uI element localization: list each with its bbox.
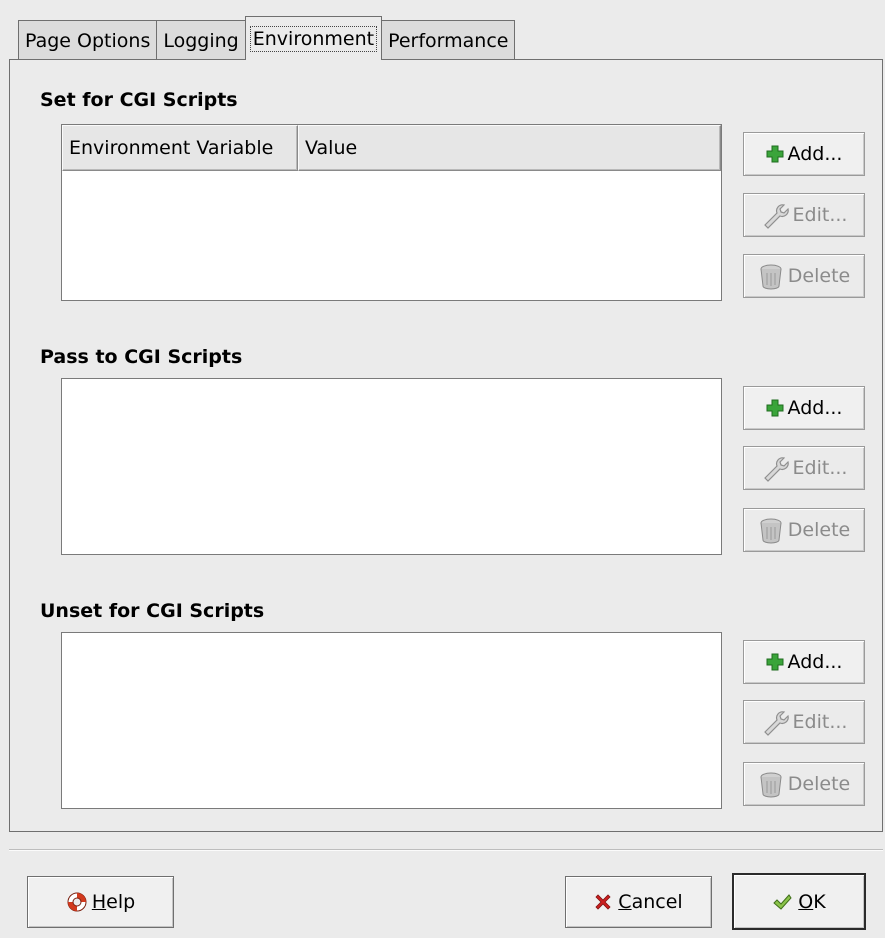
footer-separator (9, 849, 883, 851)
pass-add-button[interactable]: Add... (743, 386, 865, 430)
help-mnemonic: H (91, 891, 107, 913)
help-button[interactable]: Help (27, 876, 174, 928)
unset-edit-button[interactable]: Edit... (743, 700, 865, 744)
tab-environment[interactable]: Environment (244, 16, 383, 60)
tab-page-options[interactable]: Page Options (18, 20, 158, 60)
section-title-set: Set for CGI Scripts (40, 89, 238, 111)
column-header-environment-variable[interactable]: Environment Variable (62, 125, 298, 171)
wrench-icon (761, 708, 789, 736)
plus-icon (766, 653, 784, 671)
cross-icon (594, 893, 612, 911)
edit-label: Edit... (792, 457, 848, 479)
unset-variables-list[interactable] (61, 632, 722, 809)
edit-label: Edit... (792, 711, 848, 733)
column-header-value[interactable]: Value (298, 125, 721, 171)
tab-label: Logging (163, 29, 239, 52)
tab-performance[interactable]: Performance (381, 20, 516, 60)
add-label: Add... (787, 651, 843, 673)
add-label: Add... (787, 397, 843, 419)
plus-icon (766, 399, 784, 417)
help-label-rest: elp (106, 891, 136, 913)
lifebuoy-icon (66, 891, 88, 913)
pass-edit-button[interactable]: Edit... (743, 446, 865, 490)
delete-label: Delete (787, 265, 851, 287)
tab-label: Performance (388, 29, 509, 52)
cancel-label-rest: ancel (631, 891, 683, 913)
wrench-icon (761, 454, 789, 482)
list-header: Environment Variable Value (62, 125, 721, 171)
pass-delete-button[interactable]: Delete (743, 508, 865, 552)
pass-variables-list[interactable] (61, 378, 722, 555)
trash-icon (758, 516, 784, 544)
unset-add-button[interactable]: Add... (743, 640, 865, 684)
set-delete-button[interactable]: Delete (743, 254, 865, 298)
add-label: Add... (787, 143, 843, 165)
cancel-button[interactable]: Cancel (565, 876, 712, 928)
tab-strip: Page Options Logging Environment Perform… (18, 16, 516, 60)
unset-delete-button[interactable]: Delete (743, 762, 865, 806)
set-add-button[interactable]: Add... (743, 132, 865, 176)
trash-icon (758, 262, 784, 290)
tab-label: Environment (249, 25, 378, 52)
set-edit-button[interactable]: Edit... (743, 193, 865, 237)
cancel-mnemonic: C (618, 891, 632, 913)
wrench-icon (761, 201, 789, 229)
section-title-pass: Pass to CGI Scripts (40, 346, 243, 368)
ok-label-rest: K (813, 890, 826, 913)
delete-label: Delete (787, 773, 851, 795)
edit-label: Edit... (792, 204, 848, 226)
section-title-unset: Unset for CGI Scripts (40, 600, 265, 622)
trash-icon (758, 770, 784, 798)
ok-button[interactable]: OK (732, 873, 866, 930)
ok-mnemonic: O (798, 890, 814, 913)
set-variables-list[interactable]: Environment Variable Value (61, 124, 722, 301)
tab-logging[interactable]: Logging (156, 20, 246, 60)
tab-label: Page Options (25, 29, 151, 52)
delete-label: Delete (787, 519, 851, 541)
plus-icon (766, 145, 784, 163)
checkmark-icon (772, 892, 792, 912)
